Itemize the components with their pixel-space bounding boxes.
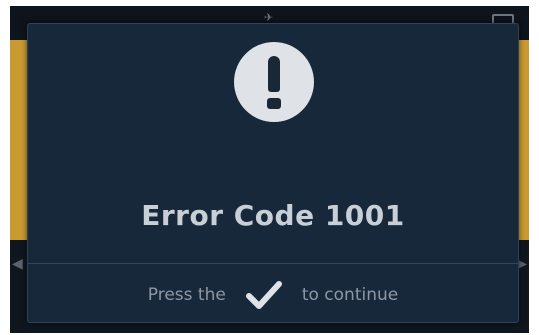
error-dialog: Error Code 1001 Press the to continue: [27, 23, 519, 323]
hint-prefix: Press the: [147, 285, 226, 305]
satellite-icon: ✈: [264, 11, 274, 24]
exclamation-circle-icon: [234, 42, 314, 122]
chevron-left-icon: ◀: [12, 256, 23, 272]
tv-screen: ✈ ◀ ▶ Error Code 1001 Press the to conti…: [10, 6, 529, 333]
checkmark-icon[interactable]: [245, 280, 282, 310]
divider: [28, 263, 518, 264]
continue-hint: Press the to continue: [28, 280, 518, 310]
hint-suffix: to continue: [301, 285, 399, 305]
error-title: Error Code 1001: [141, 199, 405, 232]
